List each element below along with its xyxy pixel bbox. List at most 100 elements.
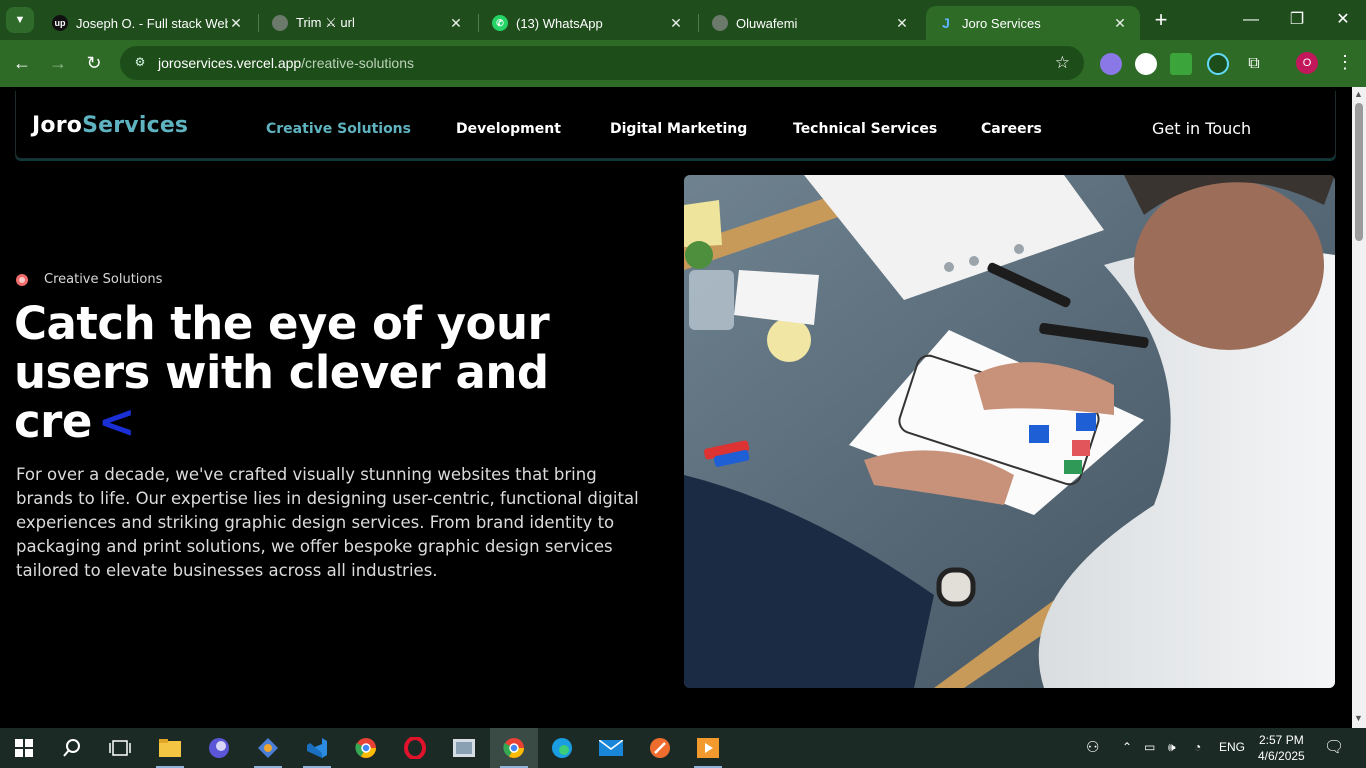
close-tab-icon[interactable]: ✕ — [448, 15, 464, 32]
tab-separator — [258, 14, 259, 32]
get-in-touch-link[interactable]: Get in Touch — [1152, 119, 1251, 138]
chrome-icon — [355, 738, 376, 758]
tab-title: Joseph O. - Full stack Web d — [76, 15, 228, 31]
sourcetree-icon — [258, 738, 278, 758]
task-view-button[interactable] — [96, 728, 144, 768]
close-tab-icon[interactable]: ✕ — [228, 15, 244, 32]
back-button[interactable]: ← — [9, 51, 35, 77]
extension-icon[interactable] — [1100, 53, 1122, 75]
volume-icon[interactable]: 🕪 — [1168, 740, 1176, 755]
tab-separator — [698, 14, 699, 32]
battery-icon[interactable]: ▭ — [1144, 740, 1155, 754]
reload-button[interactable]: ↻ — [81, 51, 107, 77]
nav-digital-marketing[interactable]: Digital Marketing — [610, 121, 747, 137]
bookmark-star-icon[interactable]: ☆ — [1055, 53, 1070, 73]
globe-icon — [712, 15, 728, 31]
nav-technical-services[interactable]: Technical Services — [793, 121, 937, 137]
close-tab-icon[interactable]: ✕ — [1112, 15, 1128, 32]
browser-globe-icon — [209, 738, 229, 758]
site-info-icon[interactable]: ⚙ — [132, 55, 148, 71]
typing-caret-icon: < — [97, 395, 136, 448]
vscode-button[interactable] — [293, 728, 341, 768]
address-bar[interactable]: ⚙ joroservices.vercel.app /creative-solu… — [120, 46, 1084, 80]
page-viewport: JoroServices Creative Solutions Developm… — [0, 87, 1352, 728]
tab-search-button[interactable]: ▼ — [6, 7, 34, 33]
opera-icon — [404, 737, 426, 759]
task-view-icon — [109, 740, 131, 756]
search-taskbar-button[interactable] — [48, 728, 96, 768]
close-tab-icon[interactable]: ✕ — [894, 15, 910, 32]
browser-tab-whatsapp[interactable]: ✆ (13) WhatsApp ✕ — [480, 6, 696, 40]
tab-separator — [478, 14, 479, 32]
browser-tab-oluwafemi[interactable]: Oluwafemi ✕ — [700, 6, 922, 40]
browser-tab-trim-url[interactable]: Trim ⚔ url ✕ — [260, 6, 476, 40]
upwork-icon: up — [52, 15, 68, 31]
postman-button[interactable] — [636, 728, 684, 768]
vscode-icon — [307, 738, 327, 758]
app-button[interactable] — [195, 728, 243, 768]
headline-line-2: users with clever and cre — [14, 346, 549, 448]
search-icon — [63, 739, 80, 757]
edge-button[interactable] — [538, 728, 586, 768]
app-button[interactable] — [244, 728, 292, 768]
people-icon[interactable]: ⚇ — [1086, 738, 1099, 756]
language-indicator[interactable]: ENG — [1219, 740, 1245, 754]
file-explorer-button[interactable] — [146, 728, 194, 768]
restore-button[interactable]: ❐ — [1274, 8, 1320, 34]
clock-date: 4/6/2025 — [1258, 749, 1305, 763]
wifi-icon[interactable]: ◔ — [1194, 740, 1201, 754]
react-devtools-icon[interactable] — [1207, 53, 1229, 75]
media-player-button[interactable] — [684, 728, 732, 768]
globe-icon — [272, 15, 288, 31]
notifications-icon[interactable]: 🗨 — [1324, 737, 1344, 757]
site-logo[interactable]: JoroServices — [32, 113, 188, 138]
extension-icon[interactable] — [1135, 53, 1157, 75]
windows-logo-icon — [15, 739, 33, 757]
forward-button[interactable]: → — [45, 51, 71, 77]
logo-part-1: Joro — [32, 113, 83, 138]
show-hidden-icons-chevron-icon[interactable]: ⌃ — [1122, 740, 1132, 754]
scroll-down-icon[interactable]: ▼ — [1354, 713, 1363, 723]
extensions-puzzle-icon[interactable]: ⧉ — [1243, 53, 1265, 75]
scroll-up-icon[interactable]: ▲ — [1354, 89, 1363, 99]
profile-avatar[interactable]: O — [1296, 52, 1318, 74]
minimize-button[interactable]: — — [1228, 8, 1274, 34]
hero-eyebrow: Creative Solutions — [16, 272, 162, 287]
postman-icon — [650, 738, 670, 758]
folder-icon — [159, 739, 181, 757]
windows-taskbar: ⚇ ⌃ ▭ 🕪 ◔ ENG 2:57 PM 4/6/2025 🗨 — [0, 728, 1366, 768]
eyebrow-dot-icon — [16, 273, 28, 286]
scroll-thumb[interactable] — [1355, 103, 1363, 241]
page-scrollbar[interactable]: ▲ ▼ — [1352, 87, 1366, 728]
browser-tab-upwork[interactable]: up Joseph O. - Full stack Web d ✕ — [40, 6, 256, 40]
nav-creative-solutions[interactable]: Creative Solutions — [266, 121, 411, 137]
start-button[interactable] — [0, 728, 48, 768]
tab-title: Oluwafemi — [736, 15, 798, 31]
nav-careers[interactable]: Careers — [981, 121, 1042, 137]
tab-title: Joro Services — [962, 15, 1041, 31]
hero-headline: Catch the eye of your users with clever … — [14, 299, 674, 446]
tab-title: (13) WhatsApp — [516, 15, 603, 31]
browser-tab-joro-services[interactable]: J Joro Services ✕ — [926, 6, 1140, 40]
mail-button[interactable] — [587, 728, 635, 768]
tab-title: Trim ⚔ url — [296, 15, 355, 30]
browser-toolbar: ← → ↻ ⚙ joroservices.vercel.app /creativ… — [0, 40, 1366, 87]
clock[interactable]: 2:57 PM 4/6/2025 — [1258, 732, 1305, 764]
nav-development[interactable]: Development — [456, 121, 561, 137]
url-path: /creative-solutions — [301, 55, 414, 71]
hero-image — [684, 175, 1335, 688]
chrome-icon — [503, 738, 524, 758]
designer-sketching-photo — [684, 175, 1335, 688]
chrome-active-button[interactable] — [490, 728, 538, 768]
opera-button[interactable] — [391, 728, 439, 768]
chrome-button[interactable] — [342, 728, 390, 768]
extension-icon[interactable] — [1170, 53, 1192, 75]
site-header: JoroServices Creative Solutions Developm… — [15, 91, 1336, 159]
new-tab-button[interactable]: + — [1148, 8, 1174, 34]
media-player-icon — [697, 738, 719, 758]
close-window-button[interactable]: ✕ — [1320, 8, 1366, 34]
app-button[interactable] — [440, 728, 488, 768]
logo-part-2: Services — [82, 113, 189, 138]
close-tab-icon[interactable]: ✕ — [668, 15, 684, 32]
browser-menu-icon[interactable]: ⋮ — [1336, 52, 1354, 73]
